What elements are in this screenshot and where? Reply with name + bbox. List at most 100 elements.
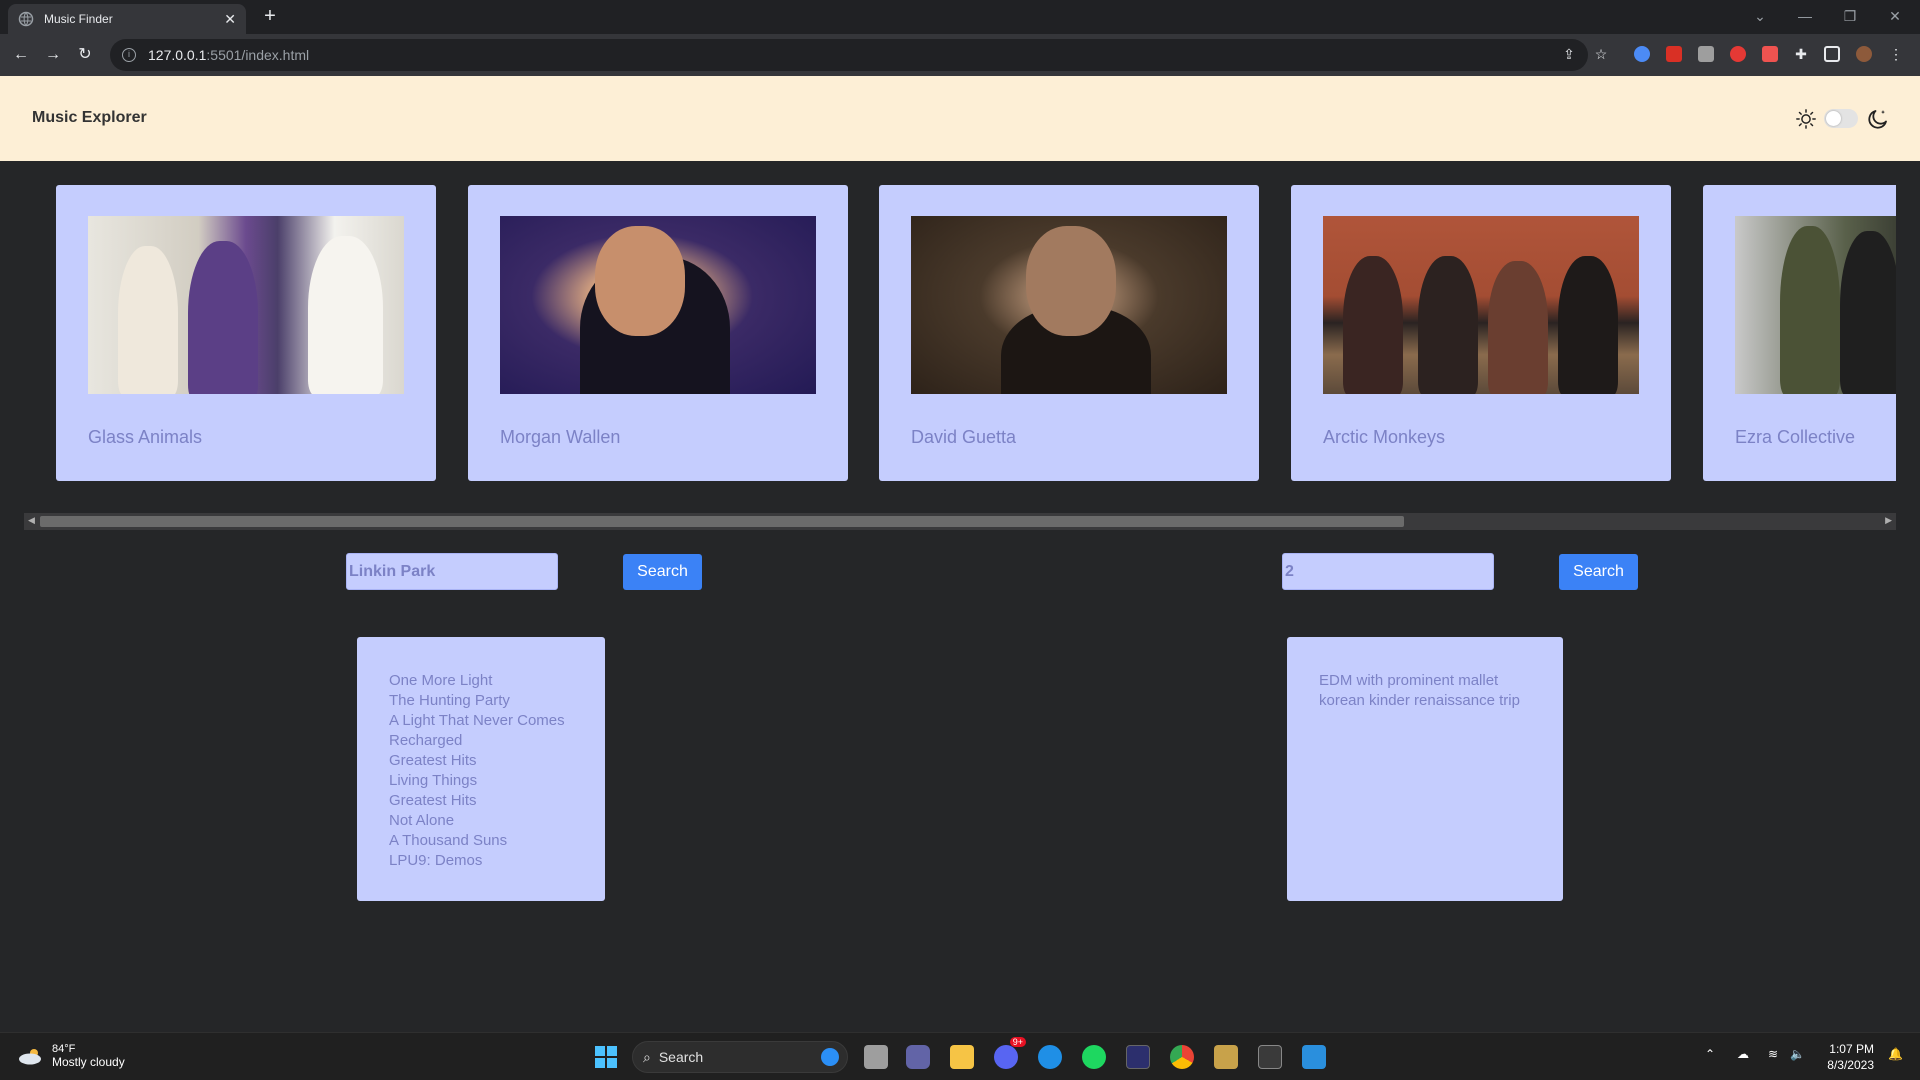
artist-name: David Guetta <box>911 427 1017 447</box>
task-view-icon[interactable] <box>864 1045 888 1069</box>
album-results-card: One More Light The Hunting Party A Light… <box>357 637 605 901</box>
genre-item: EDM with prominent mallet <box>1319 672 1499 689</box>
album-item: LPU9: Demos <box>389 852 483 869</box>
spotify-icon[interactable] <box>1082 1045 1106 1069</box>
wifi-icon[interactable]: ≋ <box>1768 1047 1778 1061</box>
chrome-icon[interactable] <box>1170 1045 1194 1069</box>
album-item: Living Things <box>389 772 478 789</box>
artist-name: Glass Animals <box>88 427 203 447</box>
taskbar-search-label: Search <box>658 1049 704 1065</box>
tray-chevron-icon[interactable]: ⌃ <box>1705 1047 1715 1061</box>
artist-photo <box>911 216 1227 394</box>
genre-item: korean kinder renaissance trip <box>1319 692 1520 709</box>
window-close-icon[interactable]: ✕ <box>1875 4 1915 28</box>
restore-icon[interactable]: ❐ <box>1830 4 1870 28</box>
artist-card[interactable]: Glass Animals <box>56 185 436 481</box>
artist-photo <box>500 216 816 394</box>
windows-start-icon[interactable] <box>594 1045 618 1069</box>
bookmark-star-icon[interactable]: ☆ <box>1590 43 1612 65</box>
album-item: Recharged <box>389 732 463 749</box>
artist-search-input[interactable] <box>346 553 558 590</box>
weather-description: Mostly cloudy <box>52 1055 125 1069</box>
clock-time: 1:07 PM <box>1829 1042 1874 1056</box>
artist-card[interactable]: Arctic Monkeys <box>1291 185 1671 481</box>
app-u-icon[interactable] <box>1126 1045 1150 1069</box>
artist-card[interactable]: Ezra Collective <box>1703 185 1896 481</box>
search-icon: ⌕ <box>643 1048 651 1065</box>
genre-search-input[interactable] <box>1282 553 1494 590</box>
extension-icon[interactable] <box>1634 46 1650 62</box>
vscode-icon[interactable] <box>1302 1045 1326 1069</box>
side-panel-icon[interactable] <box>1824 46 1840 62</box>
globe-icon <box>18 11 34 27</box>
system-clock[interactable]: 1:07 PM 8/3/2023 <box>1827 1041 1874 1073</box>
volume-icon[interactable]: 🔈 <box>1790 1047 1805 1061</box>
minimize-icon[interactable]: — <box>1785 4 1825 28</box>
extensions-puzzle-icon[interactable]: ✚ <box>1790 43 1812 65</box>
artist-card[interactable]: David Guetta <box>879 185 1259 481</box>
share-icon[interactable]: ⇪ <box>1558 43 1580 65</box>
scroll-left-arrow-icon[interactable]: ◀ <box>28 515 35 526</box>
artist-name: Arctic Monkeys <box>1323 427 1446 447</box>
tab-close-icon[interactable]: ✕ <box>224 11 236 28</box>
artist-name: Ezra Collective <box>1735 427 1856 447</box>
reload-icon[interactable]: ↻ <box>74 44 96 66</box>
site-info-icon[interactable]: i <box>122 48 136 62</box>
teams-icon[interactable] <box>906 1045 930 1069</box>
extension-icon[interactable] <box>1698 46 1714 62</box>
extension-icon[interactable] <box>1762 46 1778 62</box>
url-path: :5501/index.html <box>206 47 310 63</box>
artist-carousel[interactable]: Glass Animals Morgan Wallen David Guetta… <box>24 161 1896 511</box>
artist-card[interactable]: Morgan Wallen <box>468 185 848 481</box>
extension-icon[interactable] <box>1730 46 1746 62</box>
notification-bell-icon[interactable]: 🔔 <box>1888 1047 1903 1061</box>
scrollbar-thumb[interactable] <box>40 516 1404 527</box>
theme-toggle[interactable] <box>1824 109 1858 128</box>
carousel-scrollbar[interactable]: ◀ ▶ <box>24 513 1896 530</box>
album-item: The Hunting Party <box>389 692 510 709</box>
discord-icon[interactable]: 9+ <box>994 1037 1026 1069</box>
clock-date: 8/3/2023 <box>1827 1058 1874 1072</box>
weather-temperature: 84°F <box>52 1043 76 1055</box>
album-item: One More Light <box>389 672 493 689</box>
scroll-right-arrow-icon[interactable]: ▶ <box>1885 515 1892 526</box>
tab-title: Music Finder <box>44 12 113 26</box>
new-tab-button[interactable]: + <box>258 4 282 28</box>
address-bar[interactable]: i 127.0.0.1:5501/index.html <box>110 39 1588 71</box>
app-title: Music Explorer <box>32 109 147 126</box>
album-item: A Light That Never Comes <box>389 712 565 729</box>
artist-name: Morgan Wallen <box>500 427 621 447</box>
taskbar-search[interactable]: ⌕ Search <box>632 1041 848 1073</box>
browser-tab-bar: Music Finder ✕ + ⌄ — ❐ ✕ <box>0 0 1920 34</box>
album-item: Greatest Hits <box>389 792 477 809</box>
back-icon[interactable]: ← <box>10 44 32 66</box>
genre-search-button[interactable]: Search <box>1559 554 1638 590</box>
notification-badge: 9+ <box>1009 1037 1026 1047</box>
weather-widget[interactable]: 84°F Mostly cloudy <box>18 1043 125 1069</box>
url-host: 127.0.0.1 <box>148 47 207 63</box>
os-taskbar: 84°F Mostly cloudy ⌕ Search 9+ ⌃ ☁ ≋ 🔈 1… <box>0 1032 1920 1080</box>
onedrive-icon[interactable]: ☁ <box>1737 1047 1749 1061</box>
extension-icon[interactable] <box>1666 46 1682 62</box>
browser-tab[interactable]: Music Finder ✕ <box>8 4 246 34</box>
forward-icon[interactable]: → <box>42 44 64 66</box>
album-item: Not Alone <box>389 812 455 829</box>
file-explorer-icon[interactable] <box>950 1045 974 1069</box>
artist-photo <box>88 216 404 394</box>
artist-photo <box>1323 216 1639 394</box>
sun-icon <box>1796 109 1816 129</box>
bing-icon <box>821 1048 839 1066</box>
toggle-knob <box>1826 111 1841 126</box>
moon-icon <box>1868 110 1887 129</box>
tab-search-icon[interactable]: ⌄ <box>1740 4 1780 28</box>
sharex-icon[interactable] <box>1038 1045 1062 1069</box>
league-of-legends-icon[interactable] <box>1214 1045 1238 1069</box>
app-header: Music Explorer <box>0 76 1920 161</box>
artist-photo <box>1735 216 1896 394</box>
terminal-icon[interactable] <box>1258 1045 1282 1069</box>
genre-results-card: EDM with prominent mallet korean kinder … <box>1287 637 1563 901</box>
cloud-sun-icon <box>19 1049 41 1065</box>
profile-avatar[interactable] <box>1856 46 1872 62</box>
artist-search-button[interactable]: Search <box>623 554 702 590</box>
menu-kebab-icon[interactable]: ⋮ <box>1885 43 1907 65</box>
